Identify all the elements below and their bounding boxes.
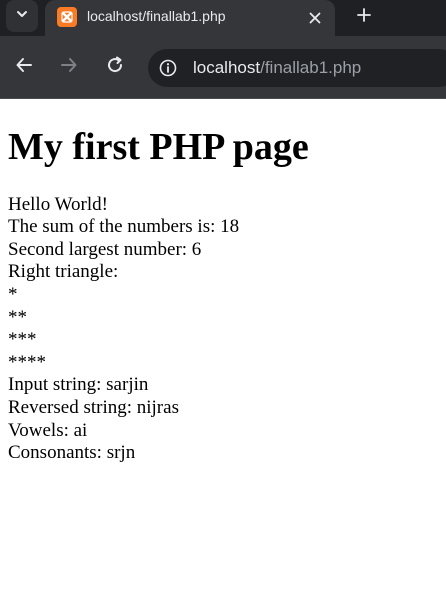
plus-icon (356, 7, 372, 28)
tab-title: localhost/finallab1.php (87, 8, 226, 24)
output-line-second-largest: Second largest number: 6 (8, 238, 202, 260)
toolbar: localhost/finallab1.php (0, 36, 446, 99)
tab-strip: localhost/finallab1.php (0, 0, 446, 36)
page-title: My first PHP page (8, 126, 309, 168)
close-icon[interactable] (305, 8, 325, 28)
output-line-triangle-label: Right triangle: (8, 261, 119, 283)
arrow-left-icon (14, 55, 34, 80)
output-line-sum: The sum of the numbers is: 18 (8, 216, 240, 238)
output-line-triangle-row-3: *** (8, 329, 37, 351)
output-line-triangle-row-4: **** (8, 351, 46, 373)
xampp-icon (57, 7, 77, 27)
reload-button[interactable] (104, 56, 126, 78)
arrow-right-icon (59, 55, 79, 80)
output-line-reversed-string: Reversed string: nijras (8, 397, 179, 419)
url-host: localhost (193, 58, 261, 77)
tab-search-button[interactable] (6, 0, 38, 32)
output-line-hello: Hello World! (8, 193, 108, 215)
output-lines: Hello World! The sum of the numbers is: … (8, 194, 438, 465)
reload-icon (105, 55, 125, 80)
output-line-triangle-row-2: ** (8, 306, 27, 328)
site-info-icon[interactable] (158, 58, 178, 78)
browser-chrome: localhost/finallab1.php localhost/finall… (0, 0, 446, 99)
output-line-vowels: Vowels: ai (8, 419, 88, 441)
back-button[interactable] (13, 56, 35, 78)
output-line-input-string: Input string: sarjin (8, 374, 149, 396)
address-bar[interactable]: localhost/finallab1.php (148, 49, 446, 87)
page-content: My first PHP page Hello World! The sum o… (0, 126, 446, 465)
url-path: /finallab1.php (260, 58, 362, 77)
output-line-triangle-row-1: * (8, 284, 18, 306)
tab-active[interactable]: localhost/finallab1.php (45, 0, 335, 36)
forward-button[interactable] (58, 56, 80, 78)
url-text: localhost/finallab1.php (193, 58, 361, 78)
output-line-consonants: Consonants: srjn (8, 442, 136, 464)
new-tab-button[interactable] (352, 5, 376, 29)
chevron-down-icon (15, 7, 29, 26)
